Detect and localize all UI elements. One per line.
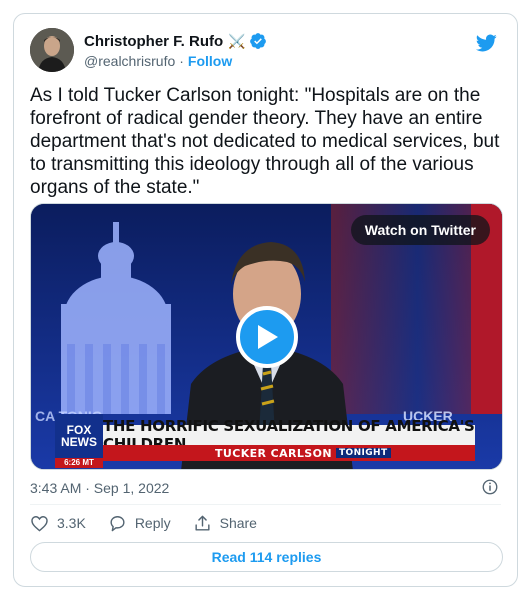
- chyron-show-name: TUCKER CARLSON TONIGHT: [209, 445, 397, 461]
- tweet-timestamp[interactable]: 3:43 AM · Sep 1, 2022: [30, 480, 169, 496]
- twitter-bird-icon[interactable]: [473, 32, 499, 54]
- follow-button[interactable]: Follow: [188, 53, 232, 69]
- verified-badge-icon: [249, 33, 266, 49]
- heart-icon: [31, 515, 48, 532]
- chyron-headline: THE HORRIFIC SEXUALIZATION OF AMERICA'S …: [103, 417, 475, 453]
- display-name[interactable]: Christopher F. Rufo: [84, 33, 223, 50]
- divider: [30, 504, 501, 505]
- tweet-header: Christopher F. Rufo ⚔️ @realchrisrufo · …: [30, 28, 501, 76]
- share-button[interactable]: Share: [193, 514, 257, 533]
- read-replies-button[interactable]: Read 114 replies: [30, 542, 503, 572]
- fox-news-logo-bottom: NEWS: [61, 435, 97, 449]
- author-handle[interactable]: @realchrisrufo: [84, 53, 175, 69]
- share-icon: [195, 515, 210, 531]
- reply-icon: [110, 515, 125, 531]
- watch-on-twitter-button[interactable]: Watch on Twitter: [350, 215, 490, 245]
- channel-time: 6:26 MT: [55, 458, 103, 468]
- tweet-text: As I told Tucker Carlson tonight: "Hospi…: [30, 85, 505, 198]
- reply-label: Reply: [134, 515, 171, 531]
- share-label: Share: [219, 515, 257, 531]
- like-button[interactable]: 3.3K: [30, 514, 86, 533]
- separator: ·: [179, 53, 184, 69]
- show-name: TUCKER CARLSON: [215, 446, 332, 460]
- reply-button[interactable]: Reply: [108, 514, 171, 533]
- crossed-swords-icon: ⚔️: [228, 32, 246, 49]
- tweet-actions: 3.3K Reply Share: [30, 511, 279, 535]
- show-suffix: TONIGHT: [336, 448, 391, 458]
- avatar[interactable]: [30, 28, 74, 72]
- like-count: 3.3K: [57, 515, 86, 531]
- author-names: Christopher F. Rufo ⚔️ @realchrisrufo · …: [84, 31, 267, 69]
- tweet-card: Christopher F. Rufo ⚔️ @realchrisrufo · …: [13, 13, 518, 587]
- video-player[interactable]: CA TONIG UCKER CARLSON Watch on Twitter …: [30, 203, 503, 470]
- play-button[interactable]: [236, 306, 298, 368]
- fox-news-logo: FOX NEWS: [55, 414, 103, 458]
- play-icon: [258, 325, 278, 349]
- info-icon[interactable]: [481, 478, 499, 496]
